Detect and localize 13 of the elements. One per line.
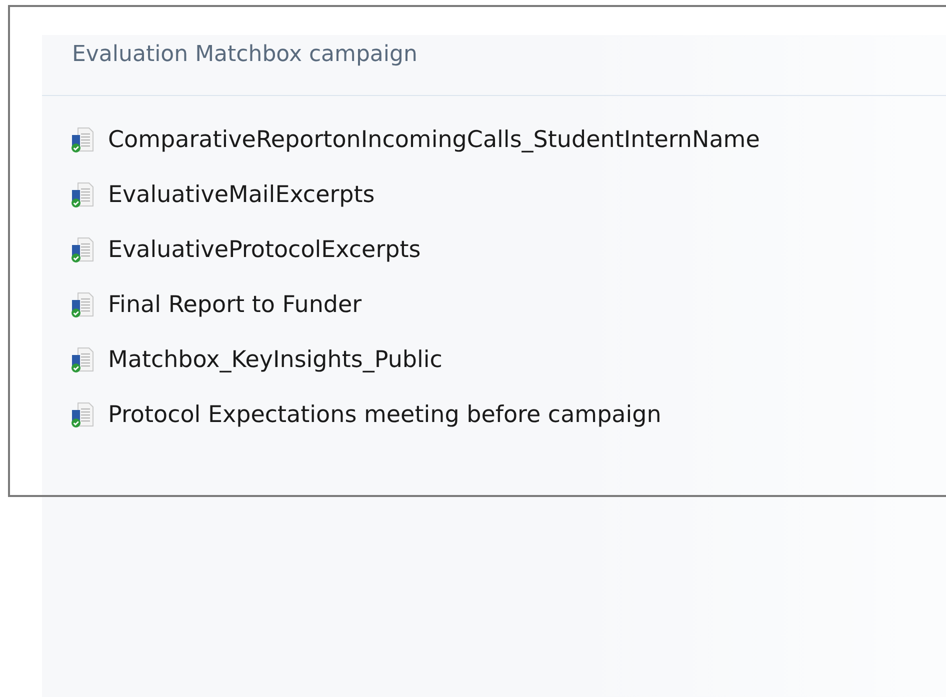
- file-item[interactable]: ComparativeReportonIncomingCalls_StudentInternName: [42, 123, 946, 157]
- file-item[interactable]: EvaluativeProtocolExcerpts: [42, 233, 946, 267]
- synced-document-icon: [70, 182, 94, 208]
- group-title: Evaluation Matchbox campaign: [42, 35, 946, 96]
- synced-document-icon: [70, 347, 94, 373]
- file-item[interactable]: Final Report to Funder: [42, 288, 946, 322]
- synced-document-icon: [70, 237, 94, 263]
- file-item[interactable]: Protocol Expectations meeting before campaign: [42, 398, 946, 432]
- file-item[interactable]: Matchbox_KeyInsights_Public: [42, 343, 946, 377]
- synced-document-icon: [70, 402, 94, 428]
- synced-document-icon: [70, 127, 94, 153]
- synced-document-icon: [70, 292, 94, 318]
- file-item[interactable]: EvaluativeMailExcerpts: [42, 178, 946, 212]
